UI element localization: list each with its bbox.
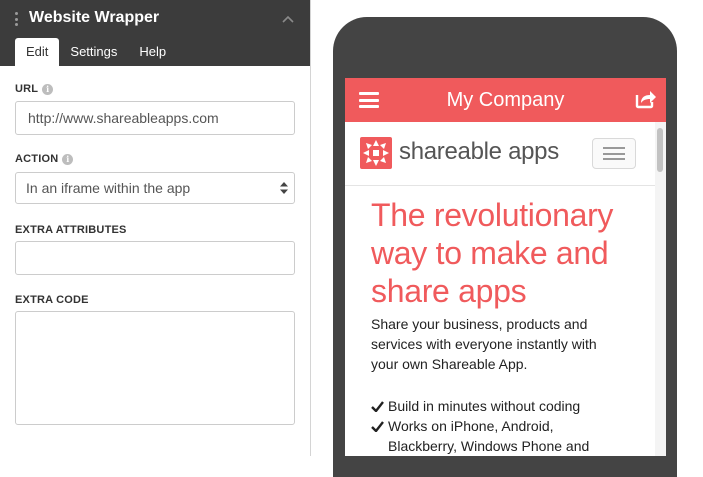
feature-item: Works on iPhone, Android, Blackberry, Wi… xyxy=(371,416,651,456)
hamburger-menu-icon[interactable] xyxy=(359,92,379,108)
hero-title-line: way to make and xyxy=(371,235,609,271)
panel-tabs: Edit Settings Help xyxy=(0,38,177,66)
info-icon[interactable]: i xyxy=(42,83,54,95)
extra-code-label-text: EXTRA CODE xyxy=(15,294,89,306)
feature-text: Build in minutes without coding xyxy=(388,398,581,414)
extra-attributes-label-text: EXTRA ATTRIBUTES xyxy=(15,224,127,236)
extra-attributes-input[interactable] xyxy=(15,241,295,275)
drag-handle-icon[interactable] xyxy=(15,12,19,26)
shareable-apps-logo-icon[interactable] xyxy=(360,137,392,169)
panel-title: Website Wrapper xyxy=(29,9,160,26)
tab-edit[interactable]: Edit xyxy=(15,38,60,66)
hero-text-line: services with everyone instantly with xyxy=(371,336,597,352)
app-bar: My Company xyxy=(345,78,666,122)
hero-title-line: The revolutionary xyxy=(371,197,614,233)
hero-title: The revolutionary way to make and share … xyxy=(371,196,651,310)
edit-panel: Website Wrapper Edit Settings Help URL i… xyxy=(0,0,311,456)
scrollbar[interactable] xyxy=(655,122,666,456)
url-label: URL i xyxy=(15,83,54,95)
feature-item: Build in minutes without coding xyxy=(371,396,651,416)
logo-text: shareable apps xyxy=(399,138,559,165)
extra-code-label: EXTRA CODE xyxy=(15,294,89,306)
nav-toggle-button[interactable] xyxy=(592,138,636,169)
tab-help[interactable]: Help xyxy=(128,38,177,66)
tab-settings[interactable]: Settings xyxy=(59,38,128,66)
action-label: ACTION i xyxy=(15,153,74,165)
select-arrows-icon xyxy=(280,182,288,194)
hero-title-line: share apps xyxy=(371,273,527,309)
share-icon[interactable] xyxy=(634,88,656,110)
panel-header: Website Wrapper Edit Settings Help xyxy=(0,0,310,66)
url-label-text: URL xyxy=(15,83,39,95)
feature-text: Blackberry, Windows Phone and xyxy=(388,438,590,454)
hero-text-line: your own Shareable App. xyxy=(371,356,528,372)
action-select-value: In an iframe within the app xyxy=(26,180,191,196)
feature-list: Build in minutes without coding Works on… xyxy=(371,396,651,456)
feature-text: Works on iPhone, Android, xyxy=(388,418,554,434)
action-select[interactable]: In an iframe within the app xyxy=(15,172,295,204)
chevron-up-icon[interactable] xyxy=(281,13,295,27)
info-icon[interactable]: i xyxy=(62,153,74,165)
action-label-text: ACTION xyxy=(15,153,59,165)
checkmark-icon xyxy=(371,401,384,412)
extra-attributes-label: EXTRA ATTRIBUTES xyxy=(15,224,127,236)
phone-screen: My Company shareable apps The revolution… xyxy=(345,78,666,456)
extra-code-textarea[interactable] xyxy=(15,311,295,425)
site-content: The revolutionary way to make and share … xyxy=(371,196,651,456)
hero-text-line: Share your business, products and xyxy=(371,316,588,332)
url-input[interactable]: http://www.shareableapps.com xyxy=(15,101,295,135)
hero-text: Share your business, products and servic… xyxy=(371,314,651,374)
scroll-thumb[interactable] xyxy=(657,128,663,172)
checkmark-icon xyxy=(371,421,384,432)
app-title: My Company xyxy=(446,89,565,111)
site-header: shareable apps xyxy=(345,122,655,186)
